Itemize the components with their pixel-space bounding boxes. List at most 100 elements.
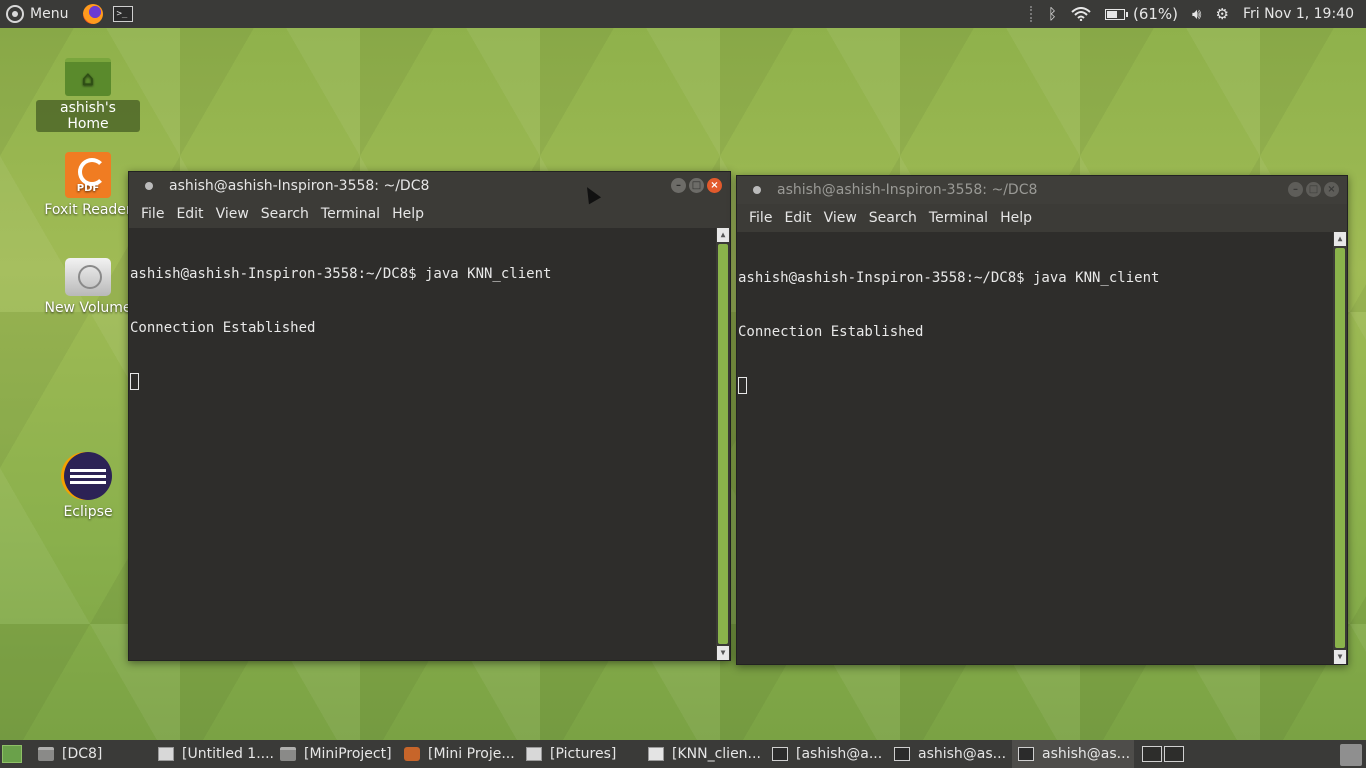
terminal-icon: >_ [113,6,134,22]
tray-separator [1029,6,1034,22]
wifi-icon[interactable] [1071,0,1091,28]
terminal-window-right[interactable]: ashish@ashish-Inspiron-3558: ~/DC8 – □ ×… [736,175,1348,665]
desktop-icon-foxit[interactable]: PDF Foxit Reader [36,152,140,218]
maximize-button[interactable]: □ [689,178,704,193]
window-controls: – □ × [1288,182,1339,197]
drive-icon [65,258,111,296]
workspace-switcher[interactable] [1142,746,1184,762]
menu-file[interactable]: File [135,206,170,222]
main-menu-label: Menu [30,6,69,22]
taskbar-item[interactable]: ashish@as... [888,740,1012,768]
terminal-icon [1018,747,1034,761]
taskbar-item[interactable]: [Mini Proje... [398,740,520,768]
firefox-launcher[interactable] [80,3,106,25]
window-titlebar[interactable]: ashish@ashish-Inspiron-3558: ~/DC8 – □ × [737,176,1347,204]
top-panel: Menu >_ ᛒ (61%) 🔊︎ ⚙ Fri Nov 1, 19:40 [0,0,1366,28]
battery-indicator[interactable]: (61%) [1104,0,1179,28]
workspace-2[interactable] [1164,746,1184,762]
menu-search[interactable]: Search [255,206,315,222]
taskbar-item-label: [ashish@a... [796,746,883,762]
taskbar-item[interactable]: [DC8] [32,740,152,768]
eclipse-icon [64,452,112,500]
terminal-window-left[interactable]: ashish@ashish-Inspiron-3558: ~/DC8 – □ ×… [128,171,731,661]
bluetooth-icon[interactable]: ᛒ [1048,0,1057,28]
terminal-line: ashish@ashish-Inspiron-3558:~/DC8$ java … [738,270,1160,286]
menu-view[interactable]: View [210,206,255,222]
taskbar-item[interactable]: [Pictures] [520,740,642,768]
terminal-launcher[interactable]: >_ [110,3,136,25]
taskbar-item-active[interactable]: ashish@as... [1012,740,1134,768]
taskbar-item-label: [KNN_clien... [672,746,761,762]
minimize-button[interactable]: – [1288,182,1303,197]
menu-search[interactable]: Search [863,210,923,226]
taskbar-item[interactable]: [ashish@a... [766,740,888,768]
window-menu-icon[interactable] [145,182,153,190]
settings-gear-icon[interactable]: ⚙ [1215,0,1228,28]
menu-terminal[interactable]: Terminal [923,210,994,226]
scrollbar-thumb[interactable] [1335,248,1345,648]
menu-help[interactable]: Help [386,206,430,222]
desktop-icon-label: Eclipse [63,504,113,520]
taskbar-item[interactable]: [MiniProject] [274,740,398,768]
taskbar-item[interactable]: [Untitled 1.... [152,740,274,768]
menu-help[interactable]: Help [994,210,1038,226]
window-titlebar[interactable]: ashish@ashish-Inspiron-3558: ~/DC8 – □ × [129,172,730,200]
desktop-icon-home[interactable]: ashish's Home [36,58,140,132]
taskbar-item-label: ashish@as... [918,746,1007,762]
show-desktop-button[interactable] [2,745,22,763]
desktop-icon-new-volume[interactable]: New Volume [36,258,140,316]
scroll-down-arrow-icon[interactable]: ▼ [717,646,729,660]
volume-icon[interactable]: 🔊︎ [1192,0,1201,28]
terminal-scrollbar[interactable]: ▲ ▼ [716,228,730,660]
desktop-icon-label: ashish's Home [36,100,140,132]
image-viewer-icon [526,747,542,761]
scrollbar-thumb[interactable] [718,244,728,644]
taskbar-item-label: ashish@as... [1042,746,1131,762]
menu-edit[interactable]: Edit [170,206,209,222]
battery-percent: (61%) [1132,5,1179,23]
terminal-line: ashish@ashish-Inspiron-3558:~/DC8$ java … [130,266,552,282]
menu-file[interactable]: File [743,210,778,226]
system-tray: ᛒ (61%) 🔊︎ ⚙ Fri Nov 1, 19:40 [1029,0,1366,28]
maximize-button[interactable]: □ [1306,182,1321,197]
terminal-scrollbar[interactable]: ▲ ▼ [1333,232,1347,664]
folder-icon [38,747,54,761]
minimize-button[interactable]: – [671,178,686,193]
scroll-down-arrow-icon[interactable]: ▼ [1334,650,1346,664]
folder-icon [280,747,296,761]
terminal-output[interactable]: ashish@ashish-Inspiron-3558:~/DC8$ java … [737,232,1347,664]
clock[interactable]: Fri Nov 1, 19:40 [1243,6,1354,22]
close-button[interactable]: × [1324,182,1339,197]
taskbar-item-label: [Mini Proje... [428,746,515,762]
taskbar-item[interactable]: [KNN_clien... [642,740,766,768]
terminal-menubar: File Edit View Search Terminal Help [737,204,1347,232]
desktop-icon-label: New Volume [44,300,132,316]
close-button[interactable]: × [707,178,722,193]
taskbar-item-label: [MiniProject] [304,746,392,762]
workspace-1[interactable] [1142,746,1162,762]
terminal-output[interactable]: ashish@ashish-Inspiron-3558:~/DC8$ java … [129,228,730,660]
taskbar-item-label: [Untitled 1.... [182,746,274,762]
terminal-menubar: File Edit View Search Terminal Help [129,200,730,228]
desktop-icon-label: Foxit Reader [44,202,132,218]
window-title: ashish@ashish-Inspiron-3558: ~/DC8 [777,182,1038,198]
desktop-icon-eclipse[interactable]: Eclipse [36,452,140,520]
presentation-icon [404,747,420,761]
top-panel-left: Menu >_ [0,0,136,28]
document-icon [158,747,174,761]
window-menu-icon[interactable] [753,186,761,194]
firefox-icon [83,4,104,24]
terminal-icon [894,747,910,761]
main-menu-button[interactable]: Menu [6,5,76,23]
scroll-up-arrow-icon[interactable]: ▲ [717,228,729,242]
menu-edit[interactable]: Edit [778,210,817,226]
bottom-taskbar: [DC8] [Untitled 1.... [MiniProject] [Min… [0,740,1366,768]
scroll-up-arrow-icon[interactable]: ▲ [1334,232,1346,246]
battery-icon [1104,8,1128,20]
home-folder-icon [65,58,111,96]
menu-view[interactable]: View [818,210,863,226]
menu-terminal[interactable]: Terminal [315,206,386,222]
taskbar-item-label: [DC8] [62,746,103,762]
window-title: ashish@ashish-Inspiron-3558: ~/DC8 [169,178,430,194]
trash-icon[interactable] [1340,744,1362,766]
